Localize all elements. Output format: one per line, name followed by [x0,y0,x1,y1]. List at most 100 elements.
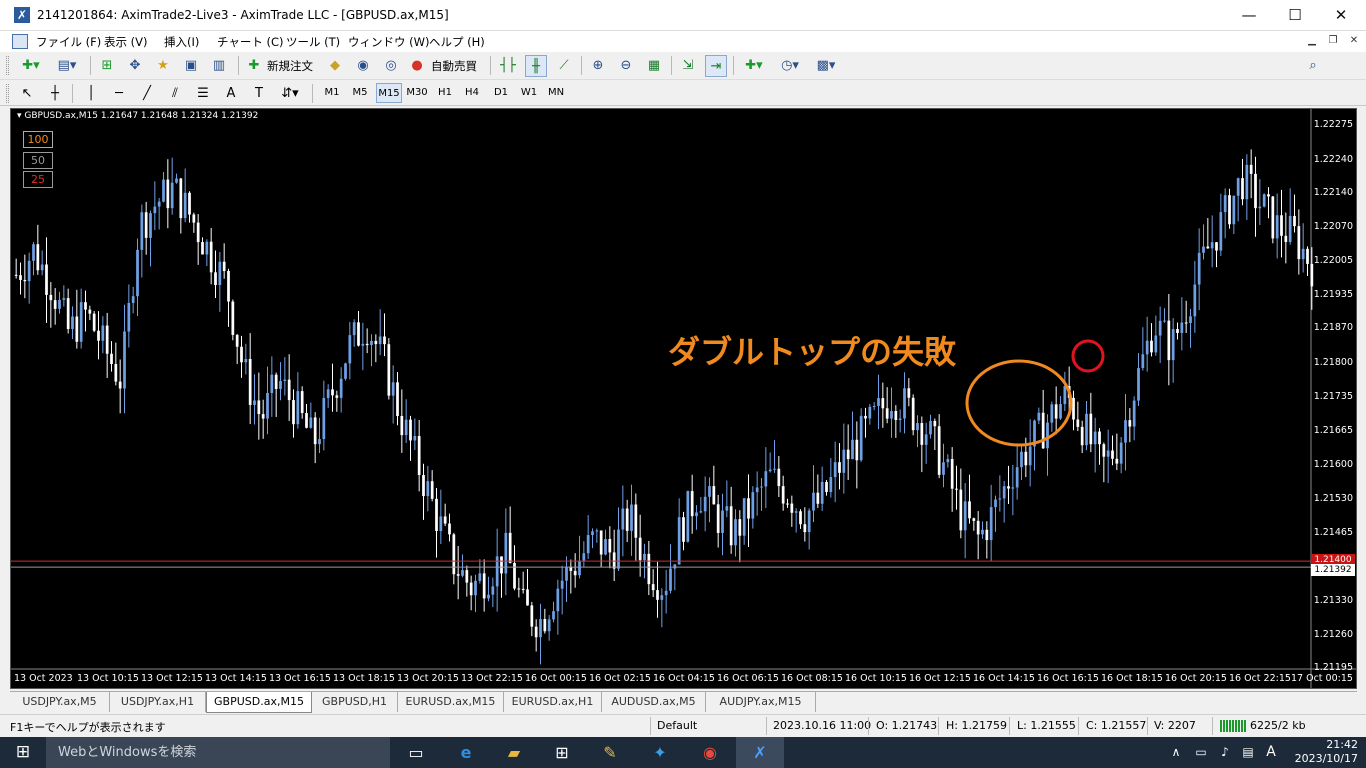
tab-audusd-m5[interactable]: AUDUSD.ax,M5 [602,692,706,712]
timeframe-d1[interactable]: D1 [490,83,512,103]
show-hidden-icons[interactable]: ∧ [1166,737,1186,768]
mdi-restore-button[interactable]: ❐ [1324,33,1342,49]
templates-icon[interactable]: ▩▾ [811,55,841,77]
tab-gbpusd-h1[interactable]: GBPUSD,H1 [312,692,398,712]
menu-insert[interactable]: 挿入(I) [164,34,199,50]
candle-body [1111,450,1114,459]
zoom-out-icon[interactable]: ⊖ [615,55,637,77]
chrome-icon[interactable]: ◉ [686,737,734,768]
trendline-icon[interactable]: ╱ [136,83,158,105]
candle-body [1193,284,1197,317]
line-chart-icon[interactable]: ⟋ [553,55,575,77]
minimize-button[interactable]: — [1226,0,1272,31]
candle-body [456,574,460,576]
timeframe-m5[interactable]: M5 [348,83,372,103]
volume-icon[interactable]: ♪ [1214,737,1236,768]
candle-body [760,486,763,488]
action-center-icon[interactable]: ▤ [1238,737,1258,768]
navigator-icon[interactable]: ★ [152,55,174,77]
candle-body [669,568,672,591]
tab-eurusd-m15[interactable]: EURUSD.ax,M15 [398,692,504,712]
level-25-button[interactable]: 25 [23,171,53,188]
candle-body [452,534,456,575]
timeframe-m30[interactable]: M30 [404,83,430,103]
tab-audjpy-m15[interactable]: AUDJPY.ax,M15 [706,692,816,712]
cursor-icon[interactable]: ↖ [16,83,38,105]
auto-trade-button[interactable]: 自動売買 [428,55,480,77]
edge-icon[interactable]: e [442,737,490,768]
auto-scroll-icon[interactable]: ⇲ [677,55,699,77]
strategy-tester-icon[interactable]: ▥ [208,55,230,77]
ime-indicator[interactable]: A [1262,737,1280,768]
candle-body [261,414,265,419]
crosshair-icon[interactable]: ┼ [44,83,66,105]
terminal-icon[interactable]: ▣ [180,55,202,77]
fibonacci-icon[interactable]: ☰ [192,83,214,105]
vertical-line-icon[interactable]: │ [80,83,102,105]
text-tool-icon[interactable]: A [220,83,242,105]
chart-shift-icon[interactable]: ⇥ [705,55,727,77]
new-order-icon[interactable]: ✚ [244,55,264,77]
menu-help[interactable]: ヘルプ (H) [429,34,485,50]
windows-start-icon[interactable]: ⊞ [0,737,46,768]
chart-window-icon[interactable] [12,34,28,49]
market-watch-icon[interactable]: ⊞ [96,55,118,77]
twitter-icon[interactable]: ✦ [636,737,684,768]
signals-icon[interactable]: ◎ [380,55,402,77]
candle-body [1301,248,1305,260]
tab-eurusd-h1[interactable]: EURUSD.ax,H1 [504,692,602,712]
timeframe-w1[interactable]: W1 [518,83,540,103]
metaeditor-icon[interactable]: ◆ [324,55,346,77]
bar-chart-icon[interactable]: ┤├ [497,55,519,77]
text-label-icon[interactable]: T [248,83,270,105]
menu-tools[interactable]: ツール (T) [286,34,340,50]
menu-view[interactable]: 表示 (V) [104,34,148,50]
auto-trade-icon[interactable]: ● [407,55,427,77]
timeframe-h1[interactable]: H1 [434,83,456,103]
arrows-icon[interactable]: ⇵▾ [276,83,304,105]
indicators-icon[interactable]: ✚▾ [739,55,769,77]
timeframe-h4[interactable]: H4 [461,83,483,103]
menu-file[interactable]: ファイル (F) [36,34,101,50]
candle-body [326,389,330,398]
periods-icon[interactable]: ◷▾ [775,55,805,77]
battery-icon[interactable]: ▭ [1190,737,1212,768]
tab-usdjpy-h1[interactable]: USDJPY.ax,H1 [110,692,206,712]
tab-usdjpy-m5[interactable]: USDJPY.ax,M5 [10,692,110,712]
store-icon[interactable]: ⊞ [538,737,586,768]
file-explorer-icon[interactable]: ▰ [490,737,538,768]
metatrader-taskbar-icon[interactable]: ✗ [736,737,784,768]
equidistant-channel-icon[interactable]: ⫽ [164,83,186,105]
close-button[interactable]: ✕ [1318,0,1364,31]
paint-icon[interactable]: ✎ [586,737,634,768]
horizontal-line-icon[interactable]: ─ [108,83,130,105]
candle-body [664,590,668,596]
menu-chart[interactable]: チャート (C) [217,34,284,50]
level-100-button[interactable]: 100 [23,131,53,148]
status-datetime: 2023.10.16 11:00 [773,719,872,732]
candle-body [1115,458,1119,464]
mdi-minimize-button[interactable]: ▁ [1303,33,1321,49]
task-view-icon[interactable]: ▭ [392,737,440,768]
zoom-in-icon[interactable]: ⊕ [587,55,609,77]
candle-body [1102,444,1106,457]
tab-gbpusd-m15[interactable]: GBPUSD.ax,M15 [206,692,312,713]
search-icon[interactable]: ⌕ [1302,55,1324,77]
taskbar-search[interactable]: WebとWindowsを検索 [46,737,390,768]
community-icon[interactable]: ◉ [352,55,374,77]
system-clock[interactable]: 21:42 2023/10/17 [1295,738,1358,766]
timeframe-mn[interactable]: MN [544,83,568,103]
price-chart[interactable]: ▾ GBPUSD.ax,M15 1.21647 1.21648 1.21324 … [10,108,1357,689]
maximize-button[interactable]: ☐ [1272,0,1318,31]
data-window-icon[interactable]: ✥ [124,55,146,77]
timeframe-m1[interactable]: M1 [320,83,344,103]
new-order-button[interactable]: 新規注文 [264,55,316,77]
mdi-close-button[interactable]: ✕ [1345,33,1363,49]
candlestick-chart-icon[interactable]: ╫ [525,55,547,77]
new-chart-icon[interactable]: ✚▾ [16,55,46,77]
profiles-icon[interactable]: ▤▾ [52,55,82,77]
timeframe-m15[interactable]: M15 [376,83,402,103]
tile-windows-icon[interactable]: ▦ [643,55,665,77]
menu-window[interactable]: ウィンドウ (W) [348,34,430,50]
level-50-button[interactable]: 50 [23,152,53,169]
